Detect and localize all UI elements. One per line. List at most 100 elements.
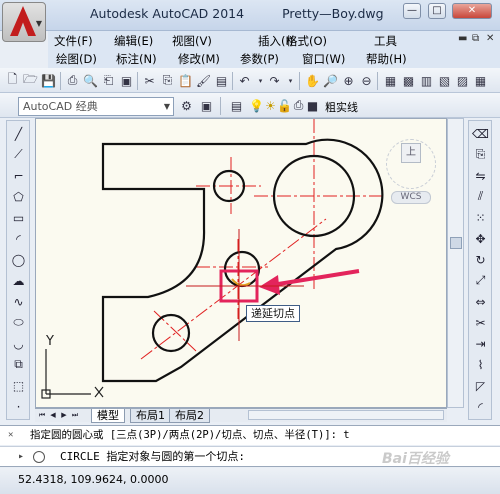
command-prompt-text[interactable]: CIRCLE 指定对象与圆的第一个切点:	[60, 447, 245, 467]
menu-window[interactable]: 窗口(W)	[302, 51, 345, 67]
command-prompt-icon[interactable]	[33, 451, 45, 463]
revision-cloud-icon[interactable]: ☁	[10, 272, 27, 289]
block-editor-icon[interactable]: ▤	[213, 72, 230, 89]
workspace-save-icon[interactable]: ▣	[198, 97, 215, 114]
menu-format[interactable]: 格式(O)	[286, 33, 327, 49]
tab-prev-icon[interactable]: ◀	[48, 410, 58, 421]
menu-edit[interactable]: 编辑(E)	[114, 33, 153, 49]
arc-icon[interactable]: ◜	[10, 230, 27, 247]
stretch-icon[interactable]: ⇔	[472, 293, 489, 310]
ellipse-icon[interactable]: ⬭	[10, 314, 27, 331]
offset-icon[interactable]: ⫽	[472, 188, 489, 205]
scroll-thumb[interactable]	[450, 237, 462, 249]
print-icon[interactable]: ⎙	[64, 72, 81, 89]
insert-block-icon[interactable]: ⧉	[10, 356, 27, 373]
menu-file[interactable]: 文件(F)	[54, 33, 93, 49]
properties-icon[interactable]: ▦	[382, 72, 399, 89]
construction-line-icon[interactable]: ⟋	[10, 146, 27, 163]
application-menu-button[interactable]: ▼	[2, 2, 46, 42]
markup-icon[interactable]: ▨	[454, 72, 471, 89]
tab-first-icon[interactable]: ⏮	[37, 410, 47, 421]
mdi-minimize-icon[interactable]: ▬	[458, 33, 467, 44]
ucs-y-label: Y	[46, 334, 54, 349]
snap-tooltip: 递延切点	[246, 305, 300, 322]
circle-icon[interactable]: ◯	[10, 251, 27, 268]
polyline-icon[interactable]: ⌐	[10, 167, 27, 184]
viewcube-top-face[interactable]: 上	[401, 143, 421, 163]
rectangle-icon[interactable]: ▭	[10, 209, 27, 226]
menu-parametric[interactable]: 参数(P)	[240, 51, 279, 67]
copy-object-icon[interactable]: ⎘	[472, 146, 489, 163]
tab-next-icon[interactable]: ▶	[59, 410, 69, 421]
design-center-icon[interactable]: ▩	[400, 72, 417, 89]
zoom-realtime-icon[interactable]: 🔎	[322, 72, 339, 89]
close-button[interactable]: ✕	[452, 3, 492, 19]
menu-dimension[interactable]: 标注(N)	[116, 51, 157, 67]
zoom-window-icon[interactable]: ⊕	[340, 72, 357, 89]
save-icon[interactable]: 💾	[40, 72, 57, 89]
drawing-canvas[interactable]: Y X 上 WCS	[35, 118, 447, 408]
tool-palettes-icon[interactable]: ▥	[418, 72, 435, 89]
layer-manager-icon[interactable]: ▤	[228, 97, 245, 114]
paste-icon[interactable]: 📋	[177, 72, 194, 89]
workspace-settings-gear-icon[interactable]: ⚙	[178, 97, 195, 114]
mdi-restore-icon[interactable]: ⧉	[472, 33, 479, 44]
menu-tools[interactable]: 工具	[374, 33, 397, 49]
menu-view[interactable]: 视图(V)	[172, 33, 212, 49]
horizontal-scrollbar[interactable]	[248, 410, 444, 420]
scale-icon[interactable]: ⤢	[472, 272, 489, 289]
make-block-icon[interactable]: ⬚	[10, 377, 27, 394]
wcs-menu[interactable]: WCS	[391, 191, 431, 204]
minimize-button[interactable]: —	[403, 3, 421, 19]
pan-hand-icon[interactable]: ✋	[304, 72, 321, 89]
array-icon[interactable]: ⁙	[472, 209, 489, 226]
vertical-scrollbar[interactable]	[447, 118, 464, 408]
outer-contour	[101, 138, 384, 383]
extend-icon[interactable]: ⇥	[472, 335, 489, 352]
mdi-close-icon[interactable]: ✕	[486, 33, 494, 44]
rotate-icon[interactable]: ↻	[472, 251, 489, 268]
menu-bar-row2: 绘图(D) 标注(N) 修改(M) 参数(P) 窗口(W) 帮助(H)	[48, 49, 500, 68]
workspace-select[interactable]: AutoCAD 经典 ▼	[18, 97, 174, 116]
small-circle-bottom	[151, 313, 191, 353]
menu-modify[interactable]: 修改(M)	[178, 51, 220, 67]
new-file-icon[interactable]: 🗋	[4, 72, 21, 89]
file-name: Pretty—Boy.dwg	[282, 6, 384, 21]
open-folder-icon[interactable]: 🗁	[22, 72, 39, 89]
fillet-icon[interactable]: ◜	[472, 398, 489, 415]
zoom-previous-icon[interactable]: ⊖	[358, 72, 375, 89]
chamfer-icon[interactable]: ◸	[472, 377, 489, 394]
copy-icon[interactable]: ⎘	[159, 72, 176, 89]
current-layer-name[interactable]: 粗实线	[325, 99, 358, 115]
ellipse-arc-icon[interactable]: ◡	[10, 335, 27, 352]
tab-model[interactable]: 模型	[91, 409, 125, 423]
mirror-icon[interactable]: ⇋	[472, 167, 489, 184]
print-preview-icon[interactable]: 🔍	[82, 72, 99, 89]
layer-color-swatch-icon[interactable]: ■	[304, 97, 321, 114]
menu-draw[interactable]: 绘图(D)	[56, 51, 97, 67]
close-icon[interactable]: ✕	[8, 425, 13, 445]
sheet-set-icon[interactable]: ▧	[436, 72, 453, 89]
restore-button[interactable]: □	[428, 3, 446, 19]
publish-icon[interactable]: ⎗	[100, 72, 117, 89]
erase-icon[interactable]: ⌫	[472, 125, 489, 142]
tab-last-icon[interactable]: ⏭	[70, 410, 80, 421]
trim-icon[interactable]: ✂	[472, 314, 489, 331]
3d-dwf-icon[interactable]: ▣	[118, 72, 135, 89]
line-icon[interactable]: ╱	[10, 125, 27, 142]
move-icon[interactable]: ✥	[472, 230, 489, 247]
spline-icon[interactable]: ∿	[10, 293, 27, 310]
break-icon[interactable]: ⌇	[472, 356, 489, 373]
tab-layout1[interactable]: 布局1	[130, 409, 171, 423]
redo-icon[interactable]: ↷	[266, 72, 283, 89]
undo-icon[interactable]: ↶	[236, 72, 253, 89]
redo-dropdown-icon[interactable]: ▾	[282, 72, 299, 89]
match-properties-icon[interactable]: 🖌	[195, 72, 212, 89]
menu-help[interactable]: 帮助(H)	[366, 51, 407, 67]
calculator-icon[interactable]: ▦	[472, 72, 489, 89]
point-icon[interactable]: ·	[10, 398, 27, 415]
cut-icon[interactable]: ✂	[141, 72, 158, 89]
tab-layout2[interactable]: 布局2	[169, 409, 210, 423]
polygon-icon[interactable]: ⬠	[10, 188, 27, 205]
title-bar: Autodesk AutoCAD 2014 Pretty—Boy.dwg — □…	[0, 0, 500, 31]
